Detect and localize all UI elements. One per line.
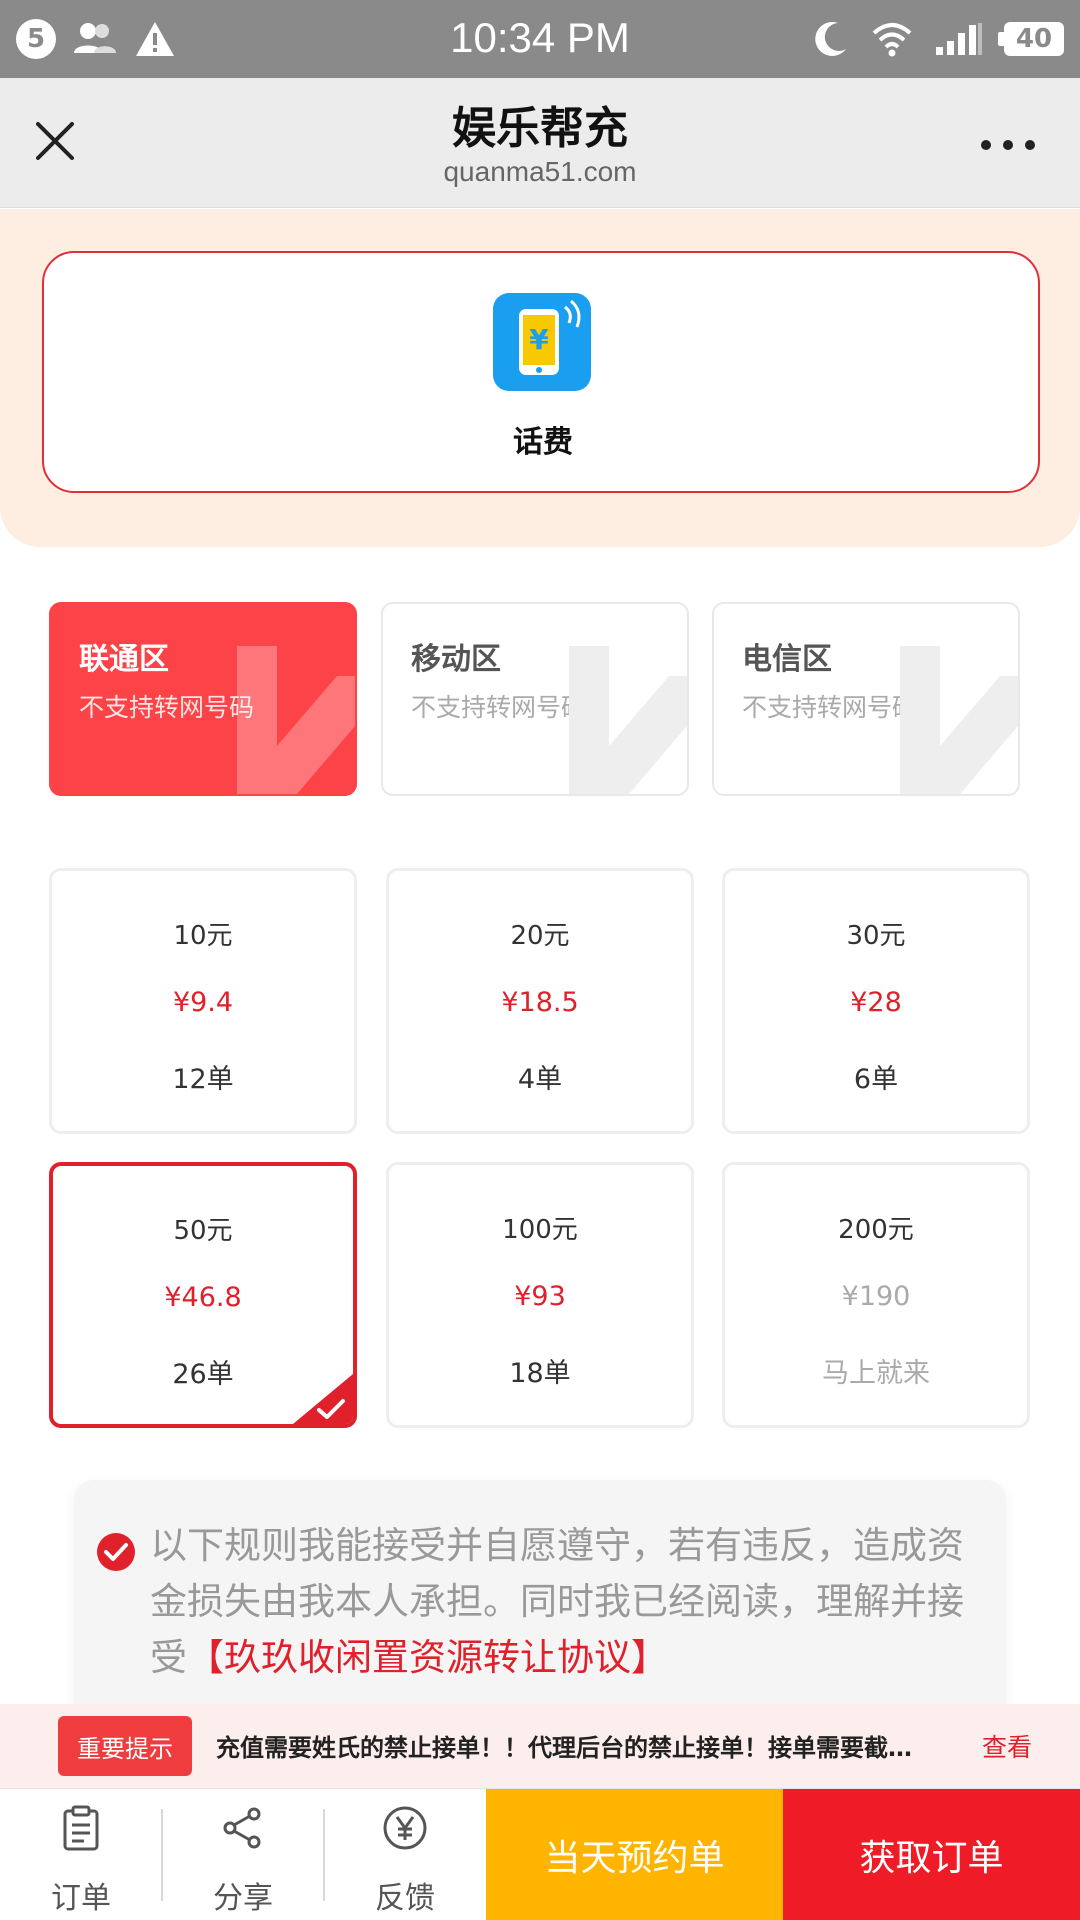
product-order-count: 6单 xyxy=(853,1064,899,1095)
product-price: ¥9.4 xyxy=(172,987,234,1018)
battery-icon: 40 xyxy=(998,22,1064,56)
selected-check-icon xyxy=(293,1374,353,1424)
zone-watermark-icon xyxy=(237,646,355,794)
notice-bar: 重要提示 充值需要姓氏的禁止接单！！代理后台的禁止接单！接单需要截图！ 查看 xyxy=(0,1704,1080,1788)
nav-label: 分享 xyxy=(213,1881,273,1916)
bottom-nav: 订单 分享 反馈 当天预约单 获取订单 xyxy=(0,1788,1080,1920)
zone-tab-mobile[interactable]: 移动区 不支持转网号码 xyxy=(381,602,689,796)
zone-subtitle: 不支持转网号码 xyxy=(79,693,255,722)
product-face-value: 20元 xyxy=(510,921,570,951)
zone-watermark-icon xyxy=(569,646,687,794)
product-card-20[interactable]: 20元 ¥18.5 4单 xyxy=(386,868,694,1134)
product-order-count: 18单 xyxy=(509,1358,571,1389)
status-right-icons: 40 xyxy=(812,16,1064,62)
zone-title: 联通区 xyxy=(79,642,169,677)
category-banner: ¥ 话费 xyxy=(0,209,1080,547)
zone-title: 电信区 xyxy=(742,642,832,677)
clipboard-icon xyxy=(63,1805,99,1851)
rules-text-block: 以下规则我能接受并自愿遵守，若有违反，造成资金损失由我本人承担。同时我已经阅读，… xyxy=(150,1518,980,1686)
product-order-count: 4单 xyxy=(517,1064,563,1095)
product-face-value: 30元 xyxy=(846,921,906,951)
product-card-30[interactable]: 30元 ¥28 6单 xyxy=(722,868,1030,1134)
product-card-200: 200元 ¥190 马上就来 xyxy=(722,1162,1030,1428)
product-price: ¥46.8 xyxy=(164,1282,242,1313)
nav-label: 订单 xyxy=(51,1881,111,1916)
product-price: ¥93 xyxy=(514,1281,566,1312)
notice-badge: 重要提示 xyxy=(58,1716,192,1776)
zone-watermark-icon xyxy=(900,646,1018,794)
notice-view-link[interactable]: 查看 xyxy=(982,1728,1032,1764)
zone-tab-telecom[interactable]: 电信区 不支持转网号码 xyxy=(712,602,1020,796)
agree-checkbox-icon[interactable] xyxy=(96,1532,136,1572)
product-face-value: 100元 xyxy=(502,1215,578,1245)
svg-text:¥: ¥ xyxy=(529,323,549,356)
wifi-icon xyxy=(872,23,912,57)
agreement-link[interactable]: 【玖玖收闲置资源转让协议】 xyxy=(187,1636,668,1679)
title-bar: 娱乐帮充 quanma51.com xyxy=(0,78,1080,208)
product-face-value: 200元 xyxy=(838,1215,914,1245)
nav-orders[interactable]: 订单 xyxy=(0,1789,162,1920)
product-face-value: 10元 xyxy=(173,921,233,951)
product-price: ¥28 xyxy=(850,987,902,1018)
category-card-phone-bill[interactable]: ¥ 话费 xyxy=(42,251,1040,493)
rules-agreement: 以下规则我能接受并自愿遵守，若有违反，造成资金损失由我本人承担。同时我已经阅读，… xyxy=(74,1480,1006,1740)
nav-share[interactable]: 分享 xyxy=(162,1789,324,1920)
nav-label: 反馈 xyxy=(375,1881,435,1916)
product-card-50[interactable]: 50元 ¥46.8 26单 xyxy=(49,1162,357,1428)
moon-icon xyxy=(815,21,846,56)
page-domain: quanma51.com xyxy=(443,156,637,187)
signal-icon xyxy=(936,23,982,55)
product-order-count: 12单 xyxy=(172,1064,234,1095)
more-icon[interactable] xyxy=(978,138,1038,152)
yen-circle-icon xyxy=(383,1806,427,1850)
notice-text: 充值需要姓氏的禁止接单！！代理后台的禁止接单！接单需要截图！ xyxy=(216,1734,920,1762)
phone-bill-icon: ¥ xyxy=(493,293,591,391)
share-icon xyxy=(223,1807,261,1849)
status-bar: 5 10:34 PM 40 xyxy=(0,0,1080,78)
category-label: 话费 xyxy=(513,425,573,460)
zone-title: 移动区 xyxy=(411,642,501,677)
zone-subtitle: 不支持转网号码 xyxy=(411,693,587,722)
product-price: ¥18.5 xyxy=(501,987,579,1018)
zone-subtitle: 不支持转网号码 xyxy=(742,693,918,722)
product-price: ¥190 xyxy=(841,1281,911,1312)
page-title: 娱乐帮充 xyxy=(452,103,628,154)
same-day-reserve-button[interactable]: 当天预约单 xyxy=(486,1789,783,1920)
zone-tab-unicom[interactable]: 联通区 不支持转网号码 xyxy=(49,602,357,796)
product-order-count: 马上就来 xyxy=(822,1358,930,1389)
product-card-10[interactable]: 10元 ¥9.4 12单 xyxy=(49,868,357,1134)
nav-feedback[interactable]: 反馈 xyxy=(324,1789,486,1920)
get-order-button[interactable]: 获取订单 xyxy=(783,1789,1080,1920)
product-face-value: 50元 xyxy=(173,1216,233,1246)
product-card-100[interactable]: 100元 ¥93 18单 xyxy=(386,1162,694,1428)
